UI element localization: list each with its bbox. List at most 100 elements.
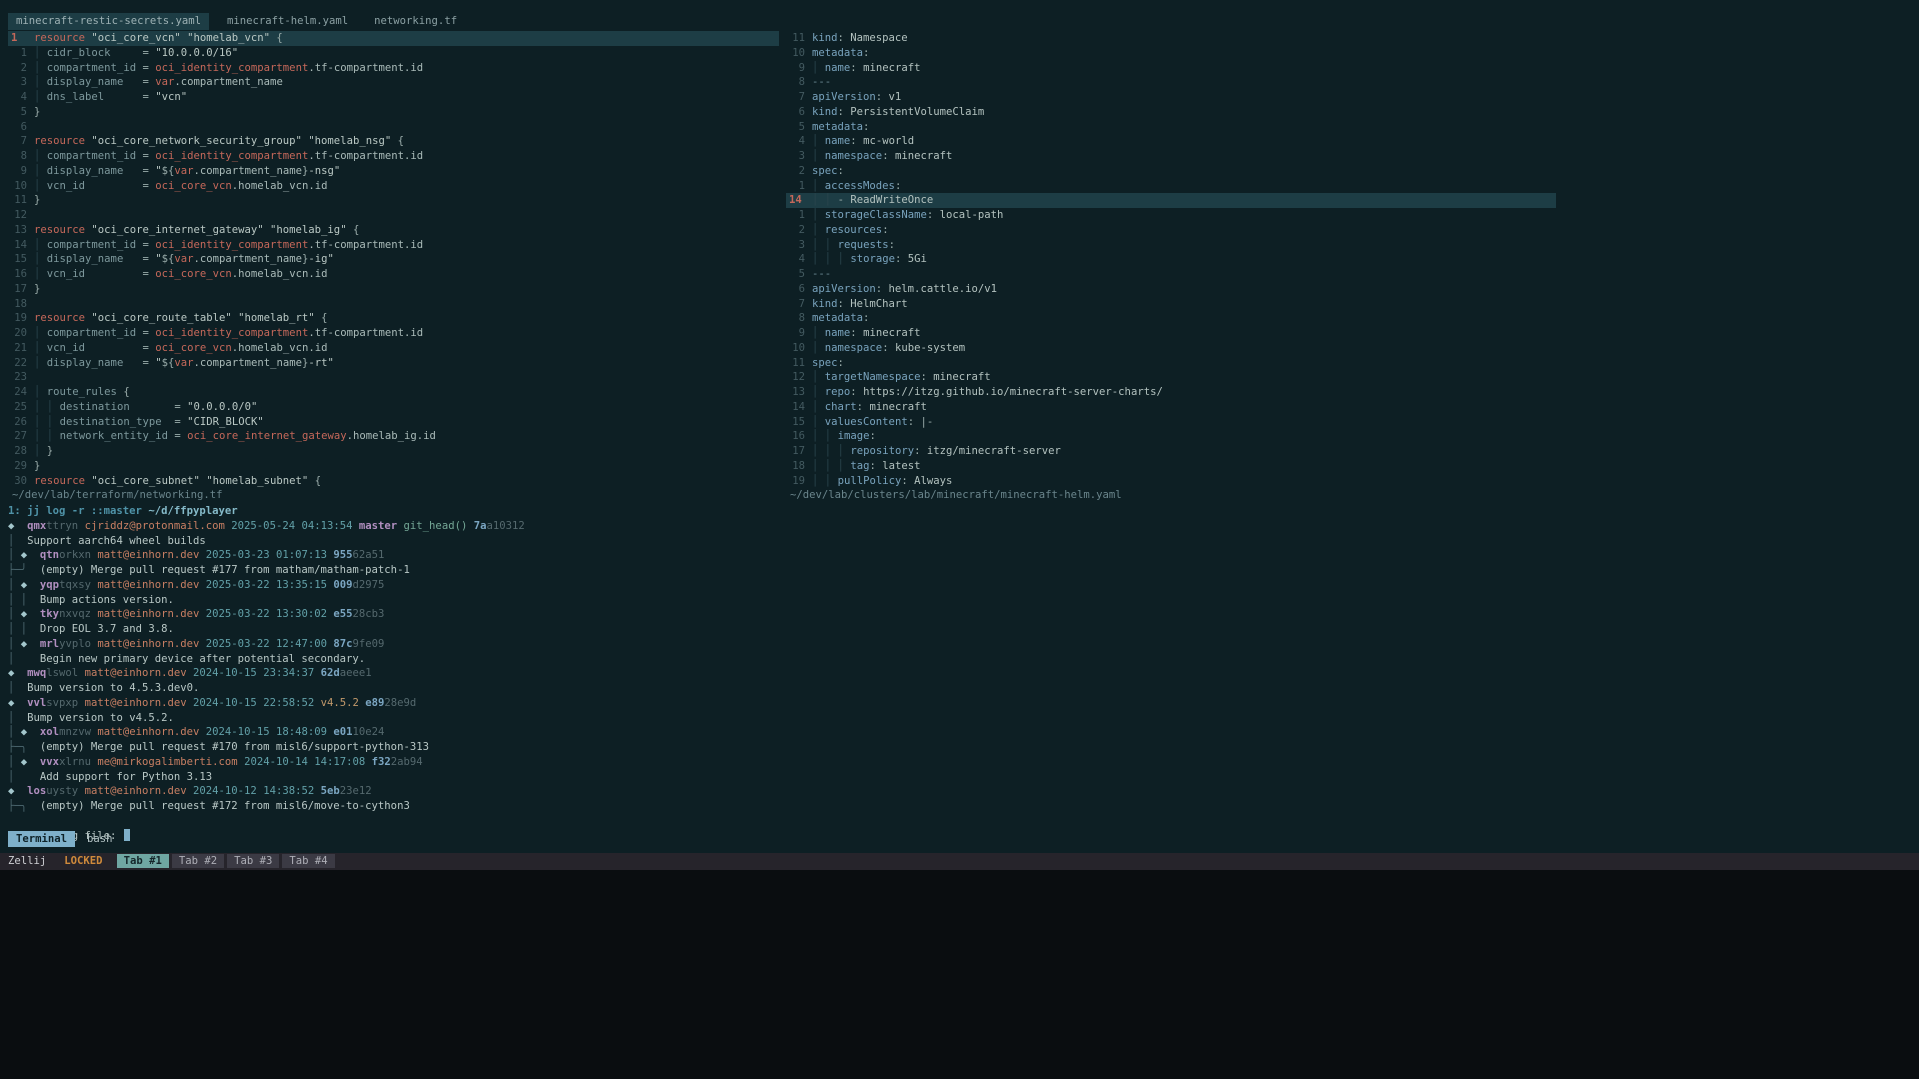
token: } [47,445,53,457]
code-line-current[interactable]: 14│ │ - ReadWriteOnce [786,193,1556,208]
token: (empty) Merge pull request #172 from mis… [27,800,410,812]
code-line[interactable]: 24│ route_rules { [8,385,779,400]
code-line[interactable]: 11spec: [786,356,1919,371]
code-line[interactable]: 22│ display_name = "${var.compartment_na… [8,356,779,371]
line-number: 10 [8,179,34,194]
line-number: 5 [786,120,812,135]
token: PersistentVolumeClaim [844,106,984,118]
code-line[interactable]: 23 [8,370,779,385]
code-line[interactable]: 11} [8,193,779,208]
code-line[interactable]: 12 [8,208,779,223]
token: compartment_id [47,239,136,251]
zellij-tab[interactable]: Tab #1 [117,854,169,868]
code-line[interactable]: 11kind: Namespace [786,31,1919,46]
code-line[interactable]: 2│ resources: [786,223,1919,238]
code-line[interactable]: 9│ display_name = "${var.compartment_nam… [8,164,779,179]
code-line[interactable]: 6 [8,120,779,135]
code-line[interactable]: 13resource "oci_core_internet_gateway" "… [8,223,779,238]
zellij-tab[interactable]: Tab #2 [172,854,224,868]
code-line[interactable]: 4│ │ │ storage: 5Gi [786,252,1919,267]
token: https://itzg.github.io/minecraft-server-… [857,386,1163,398]
code-line[interactable]: 19│ │ pullPolicy: Always [786,474,1919,489]
terminal-line: │ ◆ vvxxlrnu me@mirkogalimberti.com 2024… [8,755,1911,770]
token: kind [812,106,838,118]
code-line[interactable]: 1│ cidr_block = "10.0.0.0/16" [8,46,779,61]
code-line[interactable]: 7resource "oci_core_network_security_gro… [8,134,779,149]
token: dns_label [47,91,104,103]
code-line[interactable]: 20│ compartment_id = oci_identity_compar… [8,326,779,341]
terminal-tab[interactable]: Terminal [8,831,75,848]
token: display_name [47,76,124,88]
code-line[interactable]: 18 [8,297,779,312]
code-line[interactable]: 5metadata: [786,120,1919,135]
code-line[interactable]: 21│ vcn_id = oci_core_vcn.homelab_vcn.id [8,341,779,356]
token: { [398,135,404,147]
code-line[interactable]: 19resource "oci_core_route_table" "homel… [8,311,779,326]
code-line[interactable]: 14│ chart: minecraft [786,400,1919,415]
code-line[interactable]: 3│ display_name = var.compartment_name [8,75,779,90]
code-line[interactable]: 7kind: HelmChart [786,297,1919,312]
code-line[interactable]: 29} [8,459,779,474]
code-line[interactable]: 5} [8,105,779,120]
code-line[interactable]: 6apiVersion: helm.cattle.io/v1 [786,282,1919,297]
token: "homelab_subnet" [206,475,308,487]
code-line[interactable]: 15│ display_name = "${var.compartment_na… [8,252,779,267]
line-number: 9 [786,326,812,341]
zellij-tab[interactable]: Tab #4 [282,854,334,868]
code-line[interactable]: 17} [8,282,779,297]
code-line[interactable]: 17│ │ │ repository: itzg/minecraft-serve… [786,444,1919,459]
code-line[interactable]: 10metadata: [786,46,1919,61]
code-line[interactable]: 7apiVersion: v1 [786,90,1919,105]
code-line[interactable]: 15│ valuesContent: |- [786,415,1919,430]
code-line[interactable]: 30resource "oci_core_subnet" "homelab_su… [8,474,779,489]
code-line[interactable]: 1│ storageClassName: local-path [786,208,1919,223]
buffer-tab[interactable]: networking.tf [366,13,465,30]
zellij-tab[interactable]: Tab #3 [227,854,279,868]
line-number: 17 [8,282,34,297]
code-line[interactable]: 6kind: PersistentVolumeClaim [786,105,1919,120]
code-line[interactable]: 3│ │ requests: [786,238,1919,253]
code-line[interactable]: 14│ compartment_id = oci_identity_compar… [8,238,779,253]
code-line[interactable]: 28│ } [8,444,779,459]
token: oci_identity_compartment [155,327,308,339]
code-line[interactable]: 5--- [786,267,1919,282]
code-line[interactable]: 16│ │ image: [786,429,1919,444]
code-line[interactable]: 10│ vcn_id = oci_core_vcn.homelab_vcn.id [8,179,779,194]
token: 2024-10-12 14:38:52 [193,785,314,797]
token: cidr_block [47,47,111,59]
terminal-prompt-line[interactable]: log file: [8,814,1911,829]
code-line[interactable]: 10│ namespace: kube-system [786,341,1919,356]
code-line[interactable]: 9│ name: minecraft [786,61,1919,76]
yaml-code-area[interactable]: 11kind: Namespace10metadata:9│ name: min… [786,31,1919,488]
terminal-line: ◆ qmxttryn cjriddz@protonmail.com 2025-0… [8,519,1911,534]
token: var [155,76,174,88]
code-line[interactable]: 8metadata: [786,311,1919,326]
code-line[interactable]: 26│ │ destination_type = "CIDR_BLOCK" [8,415,779,430]
code-line[interactable]: 25│ │ destination = "0.0.0.0/0" [8,400,779,415]
token: "vcn" [155,91,187,103]
code-line[interactable]: 16│ vcn_id = oci_core_vcn.homelab_vcn.id [8,267,779,282]
code-line[interactable]: 8│ compartment_id = oci_identity_compart… [8,149,779,164]
terraform-code-area[interactable]: 1resource "oci_core_vcn" "homelab_vcn" {… [8,31,779,488]
code-line[interactable]: 1│ accessModes: [786,179,1919,194]
buffer-tab[interactable]: minecraft-restic-secrets.yaml [8,13,209,30]
code-line[interactable]: 13│ repo: https://itzg.github.io/minecra… [786,385,1919,400]
code-line[interactable]: 2│ compartment_id = oci_identity_compart… [8,61,779,76]
code-line[interactable]: 18│ │ │ tag: latest [786,459,1919,474]
code-line[interactable]: 27│ │ network_entity_id = oci_core_inter… [8,429,779,444]
code-line[interactable]: 4│ dns_label = "vcn" [8,90,779,105]
code-line[interactable]: 2spec: [786,164,1919,179]
buffer-tab[interactable]: minecraft-helm.yaml [219,13,356,30]
code-line[interactable]: 8--- [786,75,1919,90]
terminal-pane[interactable]: 1: jj log -r ::master ~/d/ffpyplayer◆ qm… [8,504,1911,829]
token: 2025-05-24 04:13:54 [231,520,352,532]
code-line-current[interactable]: 1resource "oci_core_vcn" "homelab_vcn" { [8,31,779,46]
code-line[interactable]: 12│ targetNamespace: minecraft [786,370,1919,385]
token: los [27,785,46,797]
token: f32 [372,756,391,768]
code-line[interactable]: 3│ namespace: minecraft [786,149,1919,164]
code-line[interactable]: 9│ name: minecraft [786,326,1919,341]
terminal-line: │ │ Bump actions version. [8,593,1911,608]
code-line[interactable]: 4│ name: mc-world [786,134,1919,149]
token: namespace [825,150,882,162]
